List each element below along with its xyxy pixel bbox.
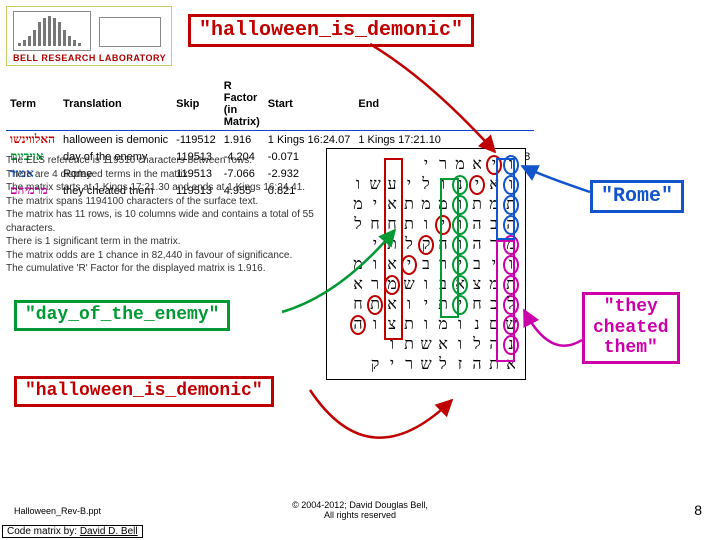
matrix-row: אתהזלשריק xyxy=(333,355,519,375)
tag-rome: "Rome" xyxy=(590,180,684,213)
note-line: The matrix has 11 rows, is 10 columns wi… xyxy=(6,208,316,235)
logo-text: BELL RESEARCH LABORATORY xyxy=(13,53,166,63)
logo-histogram xyxy=(18,16,88,46)
footer-center: © 2004-2012; David Douglas Bell, All rig… xyxy=(0,500,720,520)
matrix-row: נהלואשתו xyxy=(333,335,519,355)
col-header: End xyxy=(354,78,534,131)
notes-block: The ELS reference is 119510 characters b… xyxy=(6,154,316,276)
note-line: The matrix starts at 1 Kings 17:21.30 an… xyxy=(6,181,316,195)
matrix-row: לכחיתיואתח xyxy=(333,295,519,315)
note-line: There are 4 displayed terms in the matri… xyxy=(6,168,316,182)
col-header: R Factor (in Matrix) xyxy=(220,78,264,131)
credit: Code matrix by: David D. Bell xyxy=(2,525,143,538)
note-line: The cumulative 'R' Factor for the displa… xyxy=(6,262,316,276)
hebrew-matrix: ויאמרי ואינוליעשותמתוממתאימהבהויותחחלמרה… xyxy=(326,148,526,380)
matrix-row: תמתוממתאימ xyxy=(333,195,519,215)
matrix-row: ויאמרי xyxy=(333,155,519,175)
matrix-row: ואינוליעשו xyxy=(333,175,519,195)
tag-halloween-is-demonic: "halloween_is_demonic" xyxy=(188,14,474,47)
matrix-row: תמצאבושמרא xyxy=(333,275,519,295)
matrix-row: הבהויותחחל xyxy=(333,215,519,235)
col-header: Term xyxy=(6,78,59,131)
logo: BELL RESEARCH LABORATORY xyxy=(6,6,172,66)
logo-legend xyxy=(99,17,161,47)
tag-they-cheated-them: "they cheated them" xyxy=(582,292,680,364)
tag-halloween-is-demonic-2: "halloween_is_demonic" xyxy=(14,376,274,407)
page-number: 8 xyxy=(694,502,702,518)
logo-chart xyxy=(13,11,91,51)
table-row: האלווינשוhalloween is demonic-1195121.91… xyxy=(6,131,534,149)
matrix-row: מרהוהקלתי xyxy=(333,235,519,255)
tag-day-of-the-enemy: "day_of_the_enemy" xyxy=(14,300,230,331)
col-header: Start xyxy=(264,78,355,131)
matrix-row: ויבירביאומ xyxy=(333,255,519,275)
col-header: Skip xyxy=(172,78,220,131)
note-line: There is 1 significant term in the matri… xyxy=(6,235,316,249)
credit-author: David D. Bell xyxy=(80,526,138,537)
note-line: The ELS reference is 119510 characters b… xyxy=(6,154,316,168)
note-line: The matrix odds are 1 chance in 82,440 i… xyxy=(6,249,316,263)
col-header: Translation xyxy=(59,78,172,131)
matrix-row: שםנומותצוה xyxy=(333,315,519,335)
note-line: The matrix spans 1194100 characters of t… xyxy=(6,195,316,209)
